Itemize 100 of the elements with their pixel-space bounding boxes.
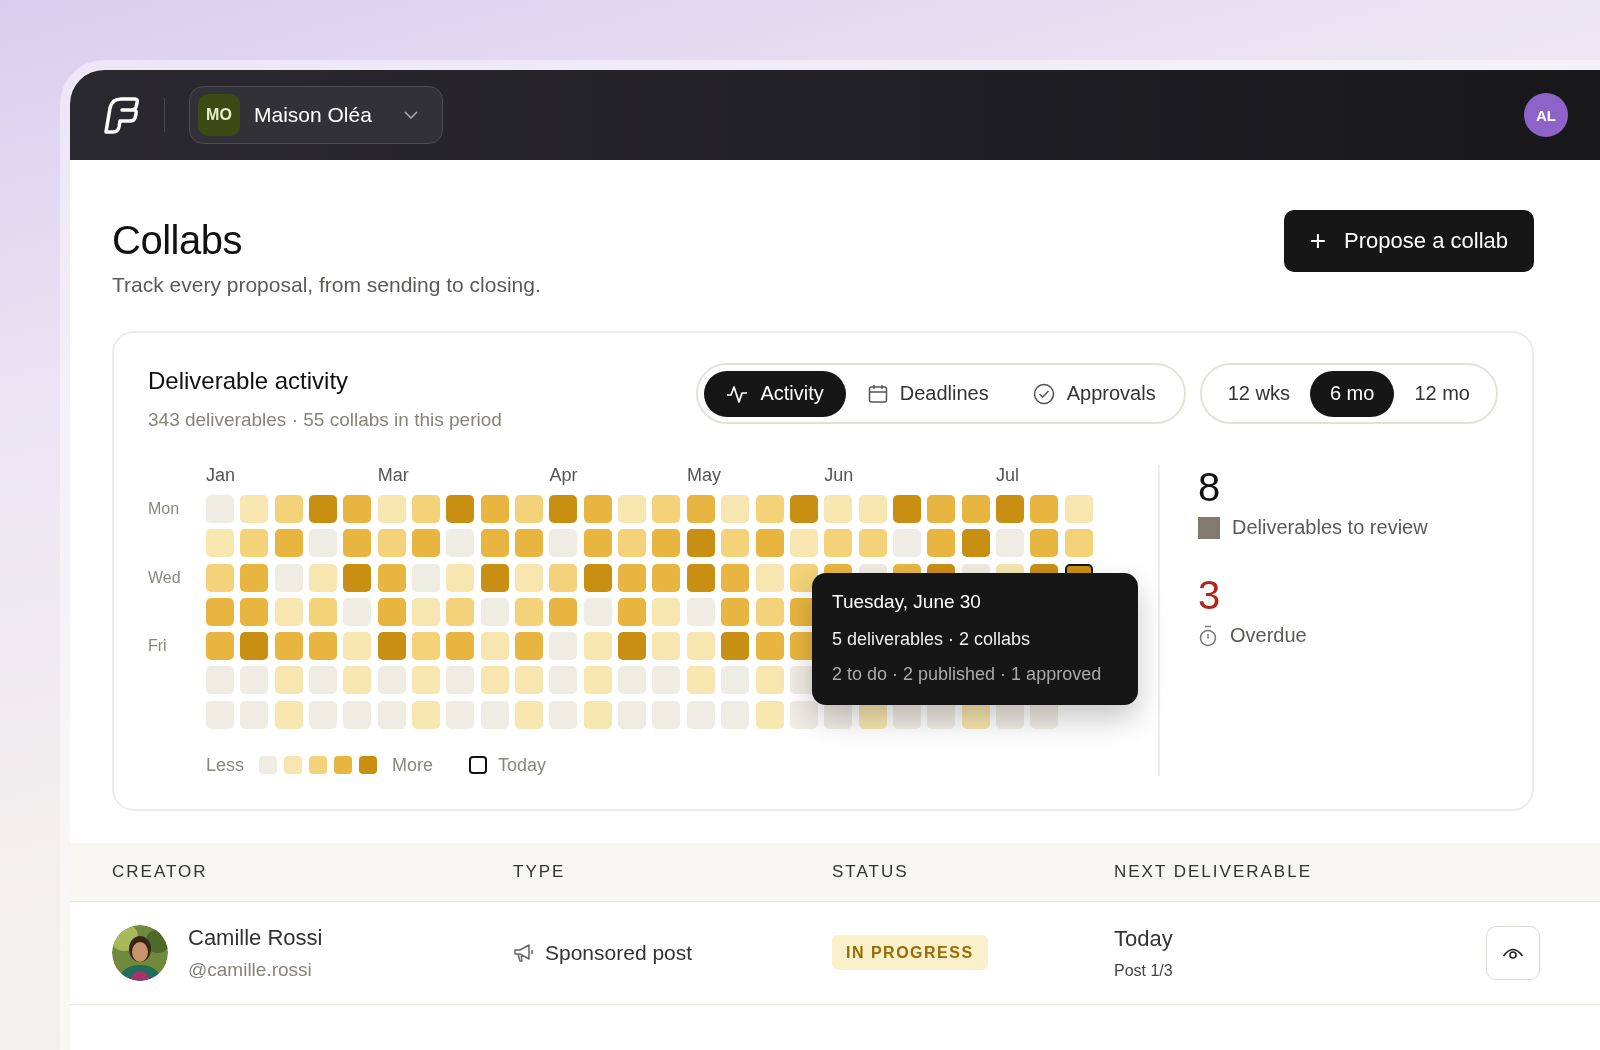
activity-cell[interactable] (515, 597, 544, 626)
activity-cell[interactable] (480, 563, 509, 592)
activity-cell[interactable] (1030, 495, 1059, 523)
activity-cell[interactable] (755, 495, 784, 523)
activity-cell[interactable] (206, 529, 234, 558)
activity-cell[interactable] (377, 529, 406, 558)
activity-cell[interactable] (755, 529, 784, 558)
activity-cell[interactable] (480, 632, 509, 661)
activity-cell[interactable] (755, 597, 784, 626)
activity-cell[interactable] (618, 563, 647, 592)
activity-cell[interactable] (206, 563, 234, 592)
activity-cell[interactable] (446, 700, 475, 729)
activity-cell[interactable] (377, 597, 406, 626)
activity-cell[interactable] (515, 563, 544, 592)
activity-cell[interactable] (721, 529, 750, 558)
activity-cell[interactable] (515, 529, 544, 558)
activity-cell[interactable] (927, 495, 956, 523)
activity-cell[interactable] (721, 495, 750, 523)
activity-cell[interactable] (446, 597, 475, 626)
activity-cell[interactable] (309, 597, 338, 626)
activity-cell[interactable] (343, 597, 372, 626)
activity-cell[interactable] (274, 632, 303, 661)
view-tab[interactable]: Deadlines (845, 370, 1011, 417)
activity-cell[interactable] (446, 632, 475, 661)
activity-cell[interactable] (892, 529, 921, 558)
activity-cell[interactable] (618, 632, 647, 661)
activity-cell[interactable] (549, 495, 578, 523)
activity-cell[interactable] (309, 563, 338, 592)
activity-cell[interactable] (961, 529, 990, 558)
activity-cell[interactable] (240, 563, 269, 592)
activity-cell[interactable] (309, 529, 338, 558)
activity-cell[interactable] (652, 632, 681, 661)
activity-cell[interactable] (309, 632, 338, 661)
activity-cell[interactable] (652, 700, 681, 729)
activity-cell[interactable] (686, 632, 715, 661)
activity-cell[interactable] (274, 666, 303, 695)
activity-cell[interactable] (343, 563, 372, 592)
activity-cell[interactable] (446, 563, 475, 592)
activity-cell[interactable] (755, 632, 784, 661)
activity-cell[interactable] (652, 529, 681, 558)
activity-cell[interactable] (480, 529, 509, 558)
activity-cell[interactable] (309, 666, 338, 695)
activity-cell[interactable] (240, 632, 269, 661)
activity-cell[interactable] (618, 700, 647, 729)
activity-cell[interactable] (206, 666, 234, 695)
activity-cell[interactable] (480, 700, 509, 729)
activity-cell[interactable] (549, 666, 578, 695)
user-avatar[interactable]: AL (1524, 93, 1568, 137)
activity-cell[interactable] (686, 666, 715, 695)
activity-cell[interactable] (412, 529, 441, 558)
range-tab[interactable]: 12 mo (1394, 370, 1490, 417)
activity-cell[interactable] (343, 700, 372, 729)
activity-cell[interactable] (686, 495, 715, 523)
activity-cell[interactable] (206, 632, 234, 661)
activity-cell[interactable] (206, 597, 234, 626)
activity-cell[interactable] (515, 632, 544, 661)
activity-cell[interactable] (343, 666, 372, 695)
activity-cell[interactable] (480, 597, 509, 626)
activity-cell[interactable] (1064, 529, 1093, 558)
activity-cell[interactable] (755, 666, 784, 695)
activity-cell[interactable] (240, 700, 269, 729)
activity-cell[interactable] (858, 529, 887, 558)
activity-cell[interactable] (686, 700, 715, 729)
activity-cell[interactable] (618, 666, 647, 695)
activity-cell[interactable] (377, 666, 406, 695)
activity-cell[interactable] (652, 495, 681, 523)
activity-cell[interactable] (240, 597, 269, 626)
view-button[interactable] (1486, 926, 1540, 980)
activity-cell[interactable] (1064, 495, 1093, 523)
activity-cell[interactable] (377, 632, 406, 661)
activity-cell[interactable] (824, 529, 853, 558)
activity-cell[interactable] (515, 700, 544, 729)
activity-cell[interactable] (892, 495, 921, 523)
activity-cell[interactable] (652, 597, 681, 626)
activity-cell[interactable] (549, 597, 578, 626)
activity-cell[interactable] (789, 529, 818, 558)
propose-button[interactable]: + Propose a collab (1283, 210, 1534, 272)
view-tab[interactable]: Approvals (1010, 370, 1178, 417)
activity-cell[interactable] (686, 563, 715, 592)
activity-cell[interactable] (274, 563, 303, 592)
activity-cell[interactable] (789, 563, 818, 592)
activity-cell[interactable] (549, 700, 578, 729)
activity-cell[interactable] (274, 597, 303, 626)
view-tab[interactable]: Activity (704, 370, 846, 417)
activity-cell[interactable] (274, 495, 303, 523)
activity-cell[interactable] (995, 529, 1024, 558)
activity-cell[interactable] (1030, 529, 1059, 558)
activity-cell[interactable] (652, 563, 681, 592)
activity-cell[interactable] (583, 563, 612, 592)
activity-cell[interactable] (240, 495, 269, 523)
activity-cell[interactable] (274, 700, 303, 729)
activity-cell[interactable] (480, 666, 509, 695)
activity-cell[interactable] (858, 495, 887, 523)
activity-cell[interactable] (549, 529, 578, 558)
activity-cell[interactable] (377, 700, 406, 729)
activity-cell[interactable] (309, 700, 338, 729)
range-tab[interactable]: 6 mo (1309, 370, 1395, 417)
activity-cell[interactable] (755, 563, 784, 592)
activity-cell[interactable] (412, 700, 441, 729)
activity-cell[interactable] (721, 597, 750, 626)
